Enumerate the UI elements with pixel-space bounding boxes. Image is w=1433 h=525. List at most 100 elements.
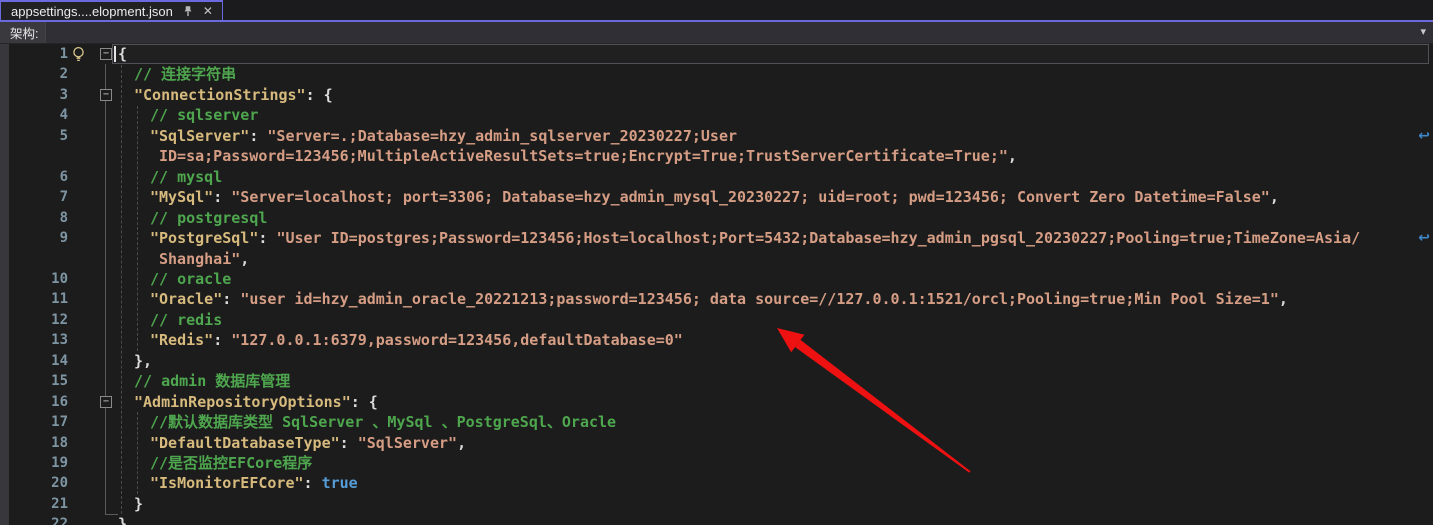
code-row[interactable]: 2 // 连接字符串 (0, 64, 1433, 84)
code-token-com: // redis (150, 311, 222, 329)
code-text: { (118, 44, 127, 64)
code-row[interactable]: 15 // admin 数据库管理 (0, 371, 1433, 391)
code-text: "Oracle": "user id=hzy_admin_oracle_2022… (150, 289, 1288, 309)
code-text: } (118, 514, 127, 525)
line-number: 20 (0, 473, 68, 493)
line-number: 2 (0, 64, 68, 84)
pin-icon[interactable] (182, 5, 194, 17)
code-row[interactable]: 17 //默认数据库类型 SqlServer 、MySql 、PostgreSql… (0, 412, 1433, 432)
fold-collapse-icon[interactable]: − (100, 89, 112, 101)
line-number: 4 (0, 105, 68, 125)
code-row[interactable]: 8// postgresql (0, 208, 1433, 228)
line-number: 15 (0, 371, 68, 391)
code-token-com: // oracle (150, 270, 231, 288)
code-text: // sqlserver (150, 105, 258, 125)
code-token-kw: true (322, 474, 358, 492)
code-token-punc: , (457, 434, 466, 452)
code-row[interactable]: 21} (0, 494, 1433, 514)
code-row[interactable]: 18"DefaultDatabaseType": "SqlServer", (0, 433, 1433, 453)
code-row[interactable]: 12// redis (0, 310, 1433, 330)
line-number: 9 (0, 228, 68, 248)
code-row[interactable]: 4 // sqlserver (0, 105, 1433, 125)
code-token-punc: : (213, 188, 231, 206)
code-row[interactable]: 7"MySql": "Server=localhost; port=3306; … (0, 187, 1433, 207)
code-editor[interactable]: 1−{2 // 连接字符串 3 − "ConnectionStrings": { 4 // … (0, 44, 1433, 525)
word-wrap-icon: ↩ (1418, 228, 1430, 248)
code-token-com: //默认数据库类型 SqlServer 、MySql 、PostgreSql、O… (150, 413, 616, 431)
code-token-key: "PostgreSql" (150, 229, 258, 247)
code-text: // postgresql (150, 208, 267, 228)
code-row[interactable]: 6 // mysql (0, 167, 1433, 187)
code-token-punc: : (249, 127, 267, 145)
code-text: // mysql (150, 167, 222, 187)
code-token-com: //是否监控EFCore程序 (150, 454, 312, 472)
code-text: "SqlServer": "Server=.;Database=hzy_admi… (150, 126, 737, 146)
code-token-key: "SqlServer" (150, 127, 249, 145)
line-number: 13 (0, 330, 68, 350)
code-row[interactable]: 3 − "ConnectionStrings": { (0, 85, 1433, 105)
code-token-punc: , (1270, 188, 1279, 206)
code-text: }, (134, 351, 152, 371)
code-token-com: // admin 数据库管理 (134, 372, 290, 390)
code-row-wrap-continuation[interactable]: ID=sa;Password=123456;MultipleActiveResu… (0, 146, 1433, 166)
code-text: // admin 数据库管理 (134, 371, 290, 391)
code-text: "AdminRepositoryOptions": { (134, 392, 378, 412)
line-number: 11 (0, 289, 68, 309)
line-number: 10 (0, 269, 68, 289)
code-text: Shanghai", (159, 249, 249, 269)
code-token-key: "Redis" (150, 331, 213, 349)
code-row[interactable]: 5"SqlServer": "Server=.;Database=hzy_adm… (0, 126, 1433, 146)
code-row[interactable]: 19 //是否监控EFCore程序 (0, 453, 1433, 473)
schema-bar: 架构: ▾ (0, 22, 1433, 44)
schema-dropdown[interactable]: ▾ (45, 22, 1433, 43)
code-row[interactable]: 20 "IsMonitorEFCore": true (0, 473, 1433, 493)
code-token-punc: }, (134, 352, 152, 370)
code-row[interactable]: 9 "PostgreSql": "User ID=postgres;Passwor… (0, 228, 1433, 248)
close-icon[interactable]: ✕ (203, 5, 213, 17)
chevron-down-icon: ▾ (1420, 25, 1426, 38)
code-token-str: Shanghai" (159, 250, 240, 268)
code-text: "PostgreSql": "User ID=postgres;Password… (150, 228, 1360, 248)
code-row[interactable]: 11 "Oracle": "user id=hzy_admin_oracle_20… (0, 289, 1433, 309)
code-token-punc: : (304, 474, 322, 492)
word-wrap-icon: ↩ (1418, 126, 1430, 146)
code-text: // 连接字符串 (134, 64, 236, 84)
code-token-key: "IsMonitorEFCore" (150, 474, 304, 492)
tab-appsettings-development-json[interactable]: appsettings....elopment.json ✕ (0, 0, 223, 20)
vs-editor-window: appsettings....elopment.json ✕ 架构: ▾ 1−{… (0, 0, 1433, 525)
code-text: "ConnectionStrings": { (134, 85, 333, 105)
code-text: // redis (150, 310, 222, 330)
code-token-punc: } (134, 495, 143, 513)
code-row[interactable]: 22} (0, 514, 1433, 525)
code-token-punc: : { (306, 86, 333, 104)
code-row[interactable]: 1−{ (0, 44, 1433, 64)
schema-label: 架构: (0, 23, 45, 42)
code-row[interactable]: 10 // oracle (0, 269, 1433, 289)
line-number: 3 (0, 85, 68, 105)
text-caret (114, 46, 116, 62)
line-number: 19 (0, 453, 68, 473)
line-number: 14 (0, 351, 68, 371)
code-token-com: // 连接字符串 (134, 65, 236, 83)
code-token-punc: : (213, 331, 231, 349)
code-token-punc: , (240, 250, 249, 268)
code-row-wrap-continuation[interactable]: Shanghai", (0, 249, 1433, 269)
line-number: 6 (0, 167, 68, 187)
line-number: 16 (0, 392, 68, 412)
code-token-punc: , (1279, 290, 1288, 308)
fold-collapse-icon[interactable]: − (100, 48, 112, 60)
code-token-punc: , (1008, 147, 1017, 165)
code-text: "MySql": "Server=localhost; port=3306; D… (150, 187, 1279, 207)
code-token-str: "SqlServer" (358, 434, 457, 452)
line-number: 17 (0, 412, 68, 432)
code-row[interactable]: 14}, (0, 351, 1433, 371)
code-text: //默认数据库类型 SqlServer 、MySql 、PostgreSql、O… (150, 412, 616, 432)
code-text: "IsMonitorEFCore": true (150, 473, 358, 493)
fold-collapse-icon[interactable]: − (100, 396, 112, 408)
code-token-punc: : (258, 229, 276, 247)
code-row[interactable]: 13"Redis": "127.0.0.1:6379,password=1234… (0, 330, 1433, 350)
line-number: 18 (0, 433, 68, 453)
code-row[interactable]: 16 − "AdminRepositoryOptions": { (0, 392, 1433, 412)
line-number: 22 (0, 514, 68, 525)
code-token-com: // sqlserver (150, 106, 258, 124)
